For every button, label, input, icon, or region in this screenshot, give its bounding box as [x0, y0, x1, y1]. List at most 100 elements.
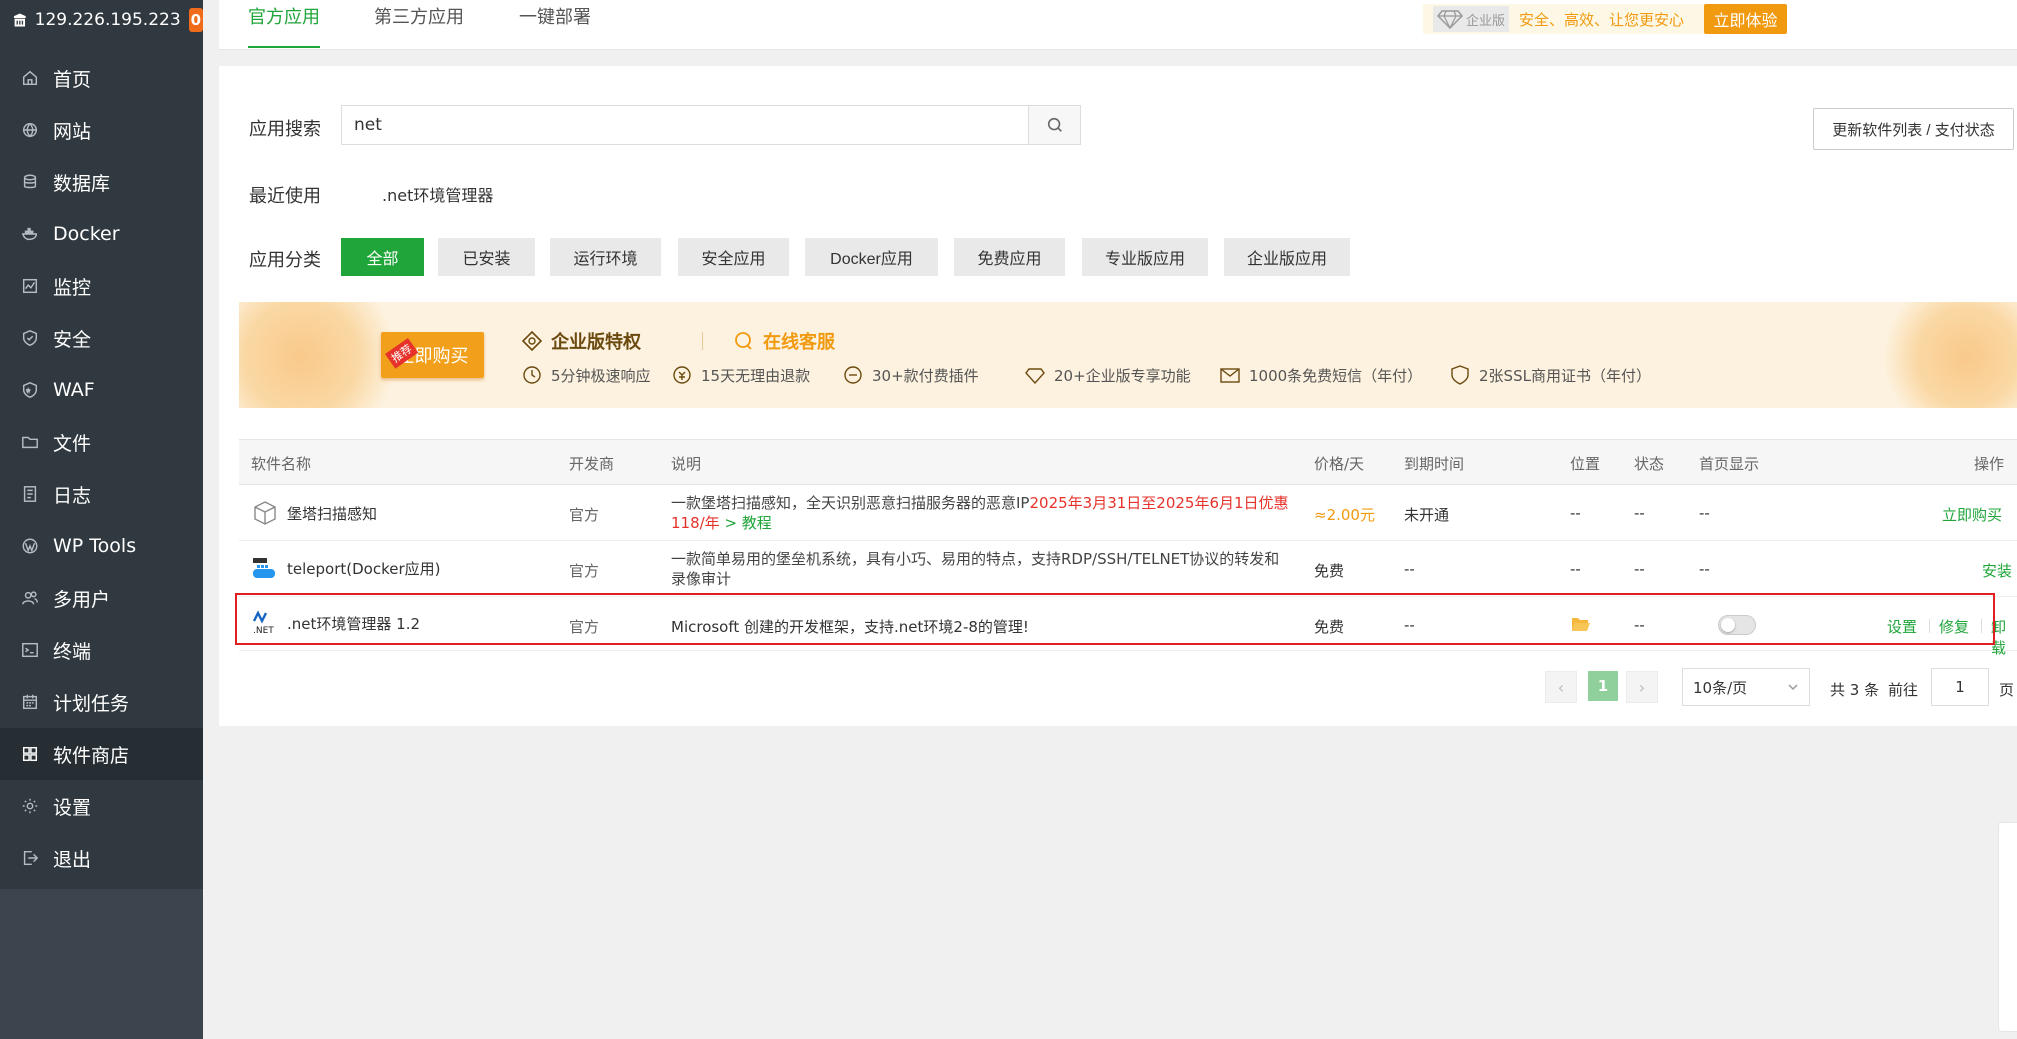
app-name[interactable]: 堡塔扫描感知	[287, 503, 377, 524]
sidebar-item-database[interactable]: 数据库	[0, 156, 203, 208]
notification-badge[interactable]: 0	[188, 8, 203, 32]
sidebar-item-app-store[interactable]: 软件商店	[0, 728, 203, 780]
sidebar-item-settings[interactable]: 设置	[0, 780, 203, 832]
column-header: 首页显示	[1699, 455, 1760, 473]
sidebar-item-label: WAF	[53, 379, 95, 401]
tab-one-click-deploy[interactable]: 一键部署	[519, 0, 591, 48]
column-header: 开发商	[569, 455, 615, 473]
online-service-link[interactable]: 在线客服	[733, 328, 835, 354]
app-location: --	[1570, 560, 1581, 578]
search-input[interactable]	[342, 106, 1028, 144]
app-price: 免费	[1314, 562, 1345, 580]
sidebar-item-label: Docker	[53, 223, 120, 245]
sidebar-item-label: 数据库	[53, 172, 111, 195]
category-docker[interactable]: Docker应用	[805, 238, 938, 276]
prev-page-button[interactable]: ‹	[1545, 671, 1577, 703]
logout-icon	[20, 848, 40, 868]
search-icon	[1047, 117, 1062, 132]
category-installed[interactable]: 已安装	[438, 238, 535, 276]
app-home-display: --	[1699, 560, 1710, 578]
floating-side-widget[interactable]	[1998, 822, 2017, 1032]
app-vendor: 官方	[569, 562, 600, 580]
buy-now-action[interactable]: 立即购买	[1942, 504, 2002, 525]
app-vendor: 官方	[569, 506, 600, 524]
enterprise-promo[interactable]: 企业版 安全、高效、让您更安心	[1423, 4, 1733, 34]
banner-decoration	[1877, 302, 2017, 408]
sidebar-item-docker[interactable]: Docker	[0, 208, 203, 260]
category-runtime[interactable]: 运行环境	[550, 238, 661, 276]
next-page-button[interactable]: ›	[1626, 671, 1658, 703]
category-free[interactable]: 免费应用	[954, 238, 1065, 276]
goto-label: 前往	[1888, 681, 1919, 699]
sidebar-item-security[interactable]: 安全	[0, 312, 203, 364]
app-expire: --	[1404, 560, 1415, 578]
recent-item[interactable]: .net环境管理器	[382, 182, 493, 206]
sidebar-item-label: 终端	[53, 640, 92, 663]
sidebar-item-label: 软件商店	[53, 744, 130, 767]
page-unit: 页	[1999, 681, 2015, 699]
sidebar-item-label: 文件	[53, 432, 92, 455]
column-header: 操作	[1974, 455, 2005, 473]
diamond-outline-icon	[1025, 368, 1045, 385]
tutorial-link[interactable]: > 教程	[720, 514, 771, 532]
app-location: --	[1570, 504, 1581, 522]
app-description: 一款堡塔扫描感知，全天识别恶意扫描服务器的恶意IP2025年3月31日至2025…	[671, 494, 1289, 532]
search-label: 应用搜索	[249, 119, 321, 140]
database-icon	[20, 172, 40, 192]
sidebar-item-label: 日志	[53, 484, 92, 507]
bt-logo-icon	[13, 13, 26, 27]
sidebar-item-cron[interactable]: 计划任务	[0, 676, 203, 728]
users-icon	[20, 588, 40, 608]
search-button[interactable]	[1028, 106, 1080, 144]
app-price: ≈2.00元	[1314, 506, 1375, 524]
category-label: 应用分类	[249, 250, 321, 271]
enterprise-badge: 企业版	[1433, 6, 1510, 32]
sidebar-item-files[interactable]: 文件	[0, 416, 203, 468]
sidebar-item-waf[interactable]: WAF	[0, 364, 203, 416]
refund-icon	[673, 366, 691, 384]
sidebar-item-label: 设置	[53, 796, 92, 819]
sidebar-item-wp-tools[interactable]: WP Tools	[0, 520, 203, 572]
waf-shield-icon	[20, 380, 40, 400]
total-count: 共 3 条	[1830, 681, 1880, 699]
sidebar-header: 129.226.195.223 0	[0, 0, 203, 40]
page-size-select[interactable]: 10条/页	[1682, 668, 1810, 706]
tab-third-party-apps[interactable]: 第三方应用	[374, 0, 464, 48]
current-page[interactable]: 1	[1588, 671, 1618, 701]
sidebar-item-home[interactable]: 首页	[0, 52, 203, 104]
tab-official-apps[interactable]: 官方应用	[248, 0, 320, 48]
column-header: 状态	[1634, 455, 1665, 473]
app-status: --	[1634, 504, 1645, 522]
sidebar-item-monitor[interactable]: 监控	[0, 260, 203, 312]
goto-page-input[interactable]	[1931, 668, 1989, 706]
column-header: 位置	[1570, 455, 1601, 473]
enterprise-privilege-title: 企业版特权	[521, 328, 641, 354]
teleport-docker-icon	[253, 558, 275, 578]
monitor-chart-icon	[20, 276, 40, 296]
try-now-button[interactable]: 立即体验	[1704, 4, 1787, 34]
server-ip: 129.226.195.223	[34, 10, 181, 30]
sidebar-item-logs[interactable]: 日志	[0, 468, 203, 520]
update-software-list-button[interactable]: 更新软件列表 / 支付状态	[1813, 108, 2014, 150]
app-name[interactable]: teleport(Docker应用)	[287, 558, 440, 579]
sidebar-item-terminal[interactable]: 终端	[0, 624, 203, 676]
category-enterprise[interactable]: 企业版应用	[1224, 238, 1350, 276]
diamond-icon	[521, 330, 543, 352]
sidebar: 129.226.195.223 0 首页 网站 数据库 Docker 监控 安全	[0, 0, 203, 1039]
sidebar-item-label: 首页	[53, 68, 92, 91]
plugin-count-icon	[844, 366, 862, 384]
sidebar-item-website[interactable]: 网站	[0, 104, 203, 156]
category-all[interactable]: 全部	[341, 238, 424, 276]
category-pro[interactable]: 专业版应用	[1082, 238, 1208, 276]
app-description: 一款简单易用的堡垒机系统，具有小巧、易用的特点，支持RDP/SSH/TELNET…	[671, 550, 1280, 588]
sidebar-menu: 129.226.195.223 0 首页 网站 数据库 Docker 监控 安全	[0, 0, 203, 889]
sidebar-item-label: 多用户	[53, 588, 111, 611]
wordpress-icon	[20, 536, 40, 556]
sidebar-item-multi-user[interactable]: 多用户	[0, 572, 203, 624]
column-header: 软件名称	[251, 455, 312, 473]
column-header: 说明	[671, 455, 702, 473]
category-security[interactable]: 安全应用	[678, 238, 789, 276]
app-status: --	[1634, 560, 1645, 578]
install-action[interactable]: 安装	[1982, 560, 2012, 581]
sidebar-item-logout[interactable]: 退出	[0, 832, 203, 884]
